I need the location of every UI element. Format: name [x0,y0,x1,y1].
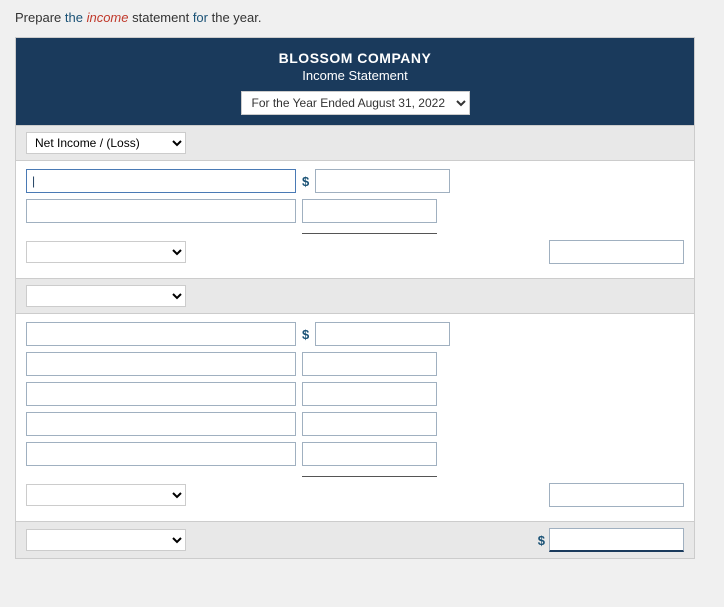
dollar-sign-1: $ [302,174,309,189]
bottom-bar: $ [16,521,694,558]
section2-row2 [26,352,684,376]
section1-form: $ [16,161,694,278]
company-name: BLOSSOM COMPANY [26,50,684,66]
dollar-sign-2: $ [302,327,309,342]
section1-row1: $ [26,169,684,193]
section2-form: $ [16,314,694,521]
section2-total-row [26,483,684,507]
section2-row3 [26,382,684,406]
section2-label-input-2[interactable] [26,352,296,376]
section1-label-input-2[interactable] [26,199,296,223]
section2-label-input-1[interactable] [26,322,296,346]
section1-amount-input-2[interactable] [302,199,437,223]
section1-row3 [26,240,684,264]
bottom-dropdown[interactable] [26,529,186,551]
section2-label-input-5[interactable] [26,442,296,466]
section1-dropdown[interactable]: Net Income / (Loss) [26,132,186,154]
statement-title: Income Statement [26,68,684,83]
section2-total-input[interactable] [549,483,684,507]
section1-header: Net Income / (Loss) [16,125,694,161]
instruction-text: Prepare the income statement for the yea… [15,10,709,25]
section2-amount-input-2[interactable] [302,352,437,376]
section1-sub-dropdown[interactable] [26,241,186,263]
section2-sub-dropdown[interactable] [26,484,186,506]
period-dropdown[interactable]: For the Year Ended August 31, 2022 [241,91,470,115]
section2-row4 [26,412,684,436]
section2-amount-input-5[interactable] [302,442,437,466]
bottom-total-input[interactable] [549,528,684,552]
section1-amount-input-1[interactable] [315,169,450,193]
section1-total-input[interactable] [549,240,684,264]
section1-label-input-1[interactable] [26,169,296,193]
statement-header: BLOSSOM COMPANY Income Statement For the… [16,38,694,125]
section2-row1: $ [26,322,684,346]
section2-amount-input-1[interactable] [315,322,450,346]
section2-header [16,278,694,314]
section1-row2 [26,199,684,223]
bottom-dollar-sign: $ [538,533,545,548]
section2-label-input-3[interactable] [26,382,296,406]
income-statement-card: BLOSSOM COMPANY Income Statement For the… [15,37,695,559]
section2-label-input-4[interactable] [26,412,296,436]
section2-amount-input-4[interactable] [302,412,437,436]
section2-row5 [26,442,684,466]
section2-dropdown[interactable] [26,285,186,307]
section2-amount-input-3[interactable] [302,382,437,406]
